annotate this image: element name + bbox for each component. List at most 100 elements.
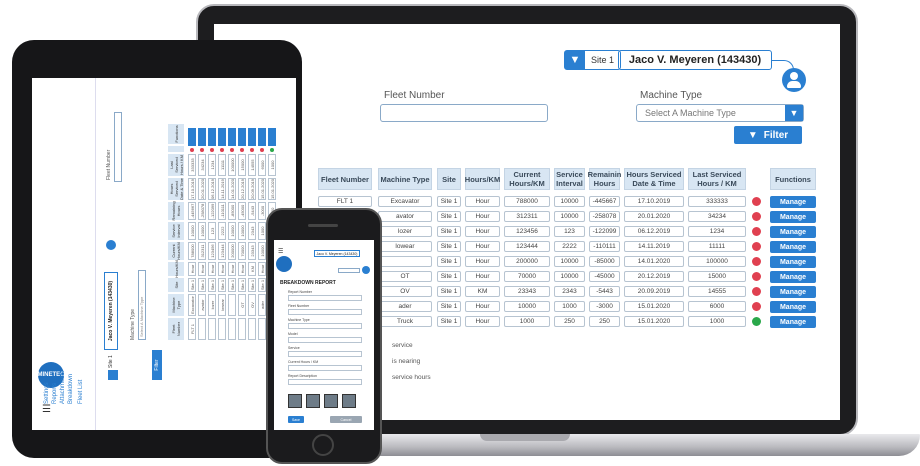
status-dot [220, 148, 224, 152]
table-cell: Excavator [188, 294, 196, 316]
site-selector[interactable] [338, 268, 360, 273]
status-dot [752, 212, 761, 221]
table-cell: 200000 [228, 242, 236, 260]
manage-button[interactable] [218, 128, 226, 146]
manage-button[interactable] [248, 128, 256, 146]
table-cell: 15.01.2020 [624, 316, 684, 327]
manage-button[interactable] [238, 128, 246, 146]
cancel-button[interactable]: Cancel [330, 416, 362, 423]
fleet-number-input[interactable] [380, 104, 548, 122]
table-cell: 250 [554, 316, 585, 327]
nav-item-fleet-list[interactable]: Fleet List [78, 380, 84, 404]
table-cell [228, 318, 236, 340]
manage-button[interactable] [198, 128, 206, 146]
manage-button[interactable]: Manage [770, 226, 816, 238]
site-label[interactable]: Site 1 [108, 355, 114, 368]
filter-button[interactable]: ▼ Filter [734, 126, 802, 144]
form-input[interactable] [288, 365, 362, 371]
form-label: Service [288, 346, 300, 350]
user-avatar-icon[interactable] [106, 240, 116, 250]
user-avatar-icon[interactable] [782, 68, 806, 92]
photo-thumbnail[interactable] [288, 394, 302, 408]
manage-button[interactable]: Manage [770, 196, 816, 208]
fleet-number-input[interactable] [114, 112, 122, 182]
manage-button[interactable]: Manage [770, 256, 816, 268]
manage-button[interactable]: Manage [770, 271, 816, 283]
nav-item-settings[interactable]: Settings [44, 382, 50, 404]
fleet-number-label: Fleet Number [384, 90, 445, 101]
machine-type-label: Machine Type [640, 90, 703, 101]
table-cell: -258078 [589, 211, 620, 222]
table-cell: OV [248, 294, 256, 316]
table-cell: 10000 [238, 222, 246, 240]
phone-home-button [312, 434, 334, 456]
table-header: Service Interval [168, 222, 184, 240]
save-button[interactable]: Save [288, 416, 304, 423]
form-label: Report Number [288, 290, 312, 294]
manage-button[interactable]: Manage [770, 286, 816, 298]
nav-item-reports[interactable]: Reports [52, 383, 58, 404]
form-input[interactable] [288, 323, 362, 329]
table-cell: Hour [465, 301, 500, 312]
manage-button[interactable]: Manage [770, 316, 816, 328]
user-name[interactable]: Jaco V. Meyeren (143430) [314, 250, 360, 257]
form-label: Fleet Number [288, 304, 310, 308]
table-cell: -445667 [589, 196, 620, 207]
table-cell: 20.01.2020 [624, 211, 684, 222]
menu-icon[interactable]: ☰ [42, 404, 54, 415]
manage-button[interactable] [208, 128, 216, 146]
user-name[interactable]: Jaco V. Meyeren (143430) [104, 272, 118, 350]
form-input[interactable] [288, 379, 362, 385]
photo-thumbnail[interactable] [324, 394, 338, 408]
user-avatar-icon[interactable] [362, 266, 370, 274]
table-cell: avator [198, 294, 206, 316]
table-row: OT Site 1 Hour 70000 10000 -45000 20.12.2019 15… [238, 128, 246, 340]
table-cell: 333333 [688, 196, 746, 207]
table-cell: 20.12.2019 [624, 271, 684, 282]
table-cell: 1234 [208, 154, 216, 176]
machine-type-select[interactable]: Select A Machine Type [138, 270, 146, 340]
table-cell: 100000 [228, 154, 236, 176]
table-cell: -5443 [248, 202, 256, 220]
table-header: Service Interval [554, 168, 585, 190]
form-input[interactable] [288, 351, 362, 357]
table-cell: 34234 [688, 211, 746, 222]
form-input[interactable] [288, 295, 362, 301]
manage-button[interactable] [258, 128, 266, 146]
table-cell: avator [378, 211, 432, 222]
manage-button[interactable]: Manage [770, 241, 816, 253]
filter-button[interactable]: Filter [152, 350, 162, 380]
table-cell: 2222 [218, 222, 226, 240]
table-header: Functions [168, 124, 184, 144]
table-cell: 123 [554, 226, 585, 237]
table-row: lowear Site 1 Hour 123444 2222 -110111 14.11.2… [218, 128, 226, 340]
photo-thumbnail[interactable] [342, 394, 356, 408]
user-name[interactable]: Jaco V. Meyeren (143430) [618, 50, 772, 70]
manage-button[interactable] [268, 128, 276, 146]
page-title: BREAKDOWN REPORT [280, 280, 336, 286]
table-cell: -85000 [589, 256, 620, 267]
site-label: Site 1 [591, 55, 615, 65]
table-cell: -85000 [228, 202, 236, 220]
nav-item-breakdown[interactable]: Breakdown [68, 374, 74, 404]
table-cell: 2222 [554, 241, 585, 252]
table-cell: -122099 [208, 202, 216, 220]
table-cell [228, 294, 236, 316]
photo-thumbnail[interactable] [306, 394, 320, 408]
manage-button[interactable]: Manage [770, 301, 816, 313]
form-input[interactable] [288, 337, 362, 343]
form-label: Current Hours / KM [288, 360, 319, 364]
manage-button[interactable] [188, 128, 196, 146]
manage-button[interactable] [228, 128, 236, 146]
table-cell: -3000 [258, 202, 266, 220]
table-cell: 10000 [554, 271, 585, 282]
form-input[interactable] [288, 309, 362, 315]
nav-item-attachments[interactable]: Attachments [60, 371, 66, 404]
table-cell: 123 [208, 222, 216, 240]
manage-button[interactable]: Manage [770, 211, 816, 223]
table-cell: -110111 [589, 241, 620, 252]
site-selector[interactable]: ▼ Site 1 [564, 50, 622, 70]
machine-type-select[interactable]: Select A Machine Type ▼ [636, 104, 804, 122]
menu-icon[interactable]: ☰ [278, 248, 283, 255]
table-cell: 20.01.2020 [198, 178, 206, 200]
